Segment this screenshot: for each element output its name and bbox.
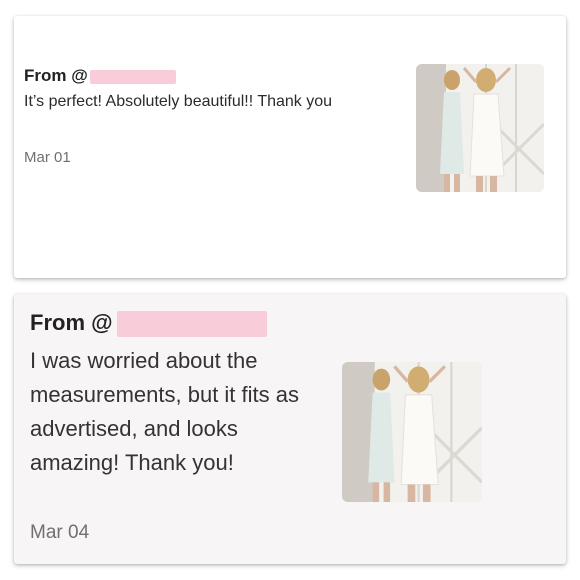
dress-photo-icon [416, 64, 544, 192]
product-photo[interactable] [342, 362, 482, 502]
sender-prefix: From @ [24, 66, 88, 85]
review-message: I was worried about the measurements, bu… [30, 348, 299, 475]
review-sender[interactable]: From @ [30, 310, 267, 338]
review-date: Mar 01 [24, 149, 71, 166]
review-date: Mar 04 [30, 522, 90, 543]
review-card: From @ It’s perfect! Absolutely beautifu… [14, 16, 566, 278]
product-photo[interactable] [416, 64, 544, 192]
redacted-username [116, 311, 267, 338]
review-message: It’s perfect! Absolutely beautiful!! Tha… [24, 93, 333, 110]
review-sender[interactable]: From @ [24, 66, 176, 86]
review-card: From @ I was worried about the measureme… [14, 294, 566, 564]
redacted-username [89, 69, 176, 84]
dress-photo-icon [342, 362, 482, 502]
sender-prefix: From @ [30, 310, 113, 335]
